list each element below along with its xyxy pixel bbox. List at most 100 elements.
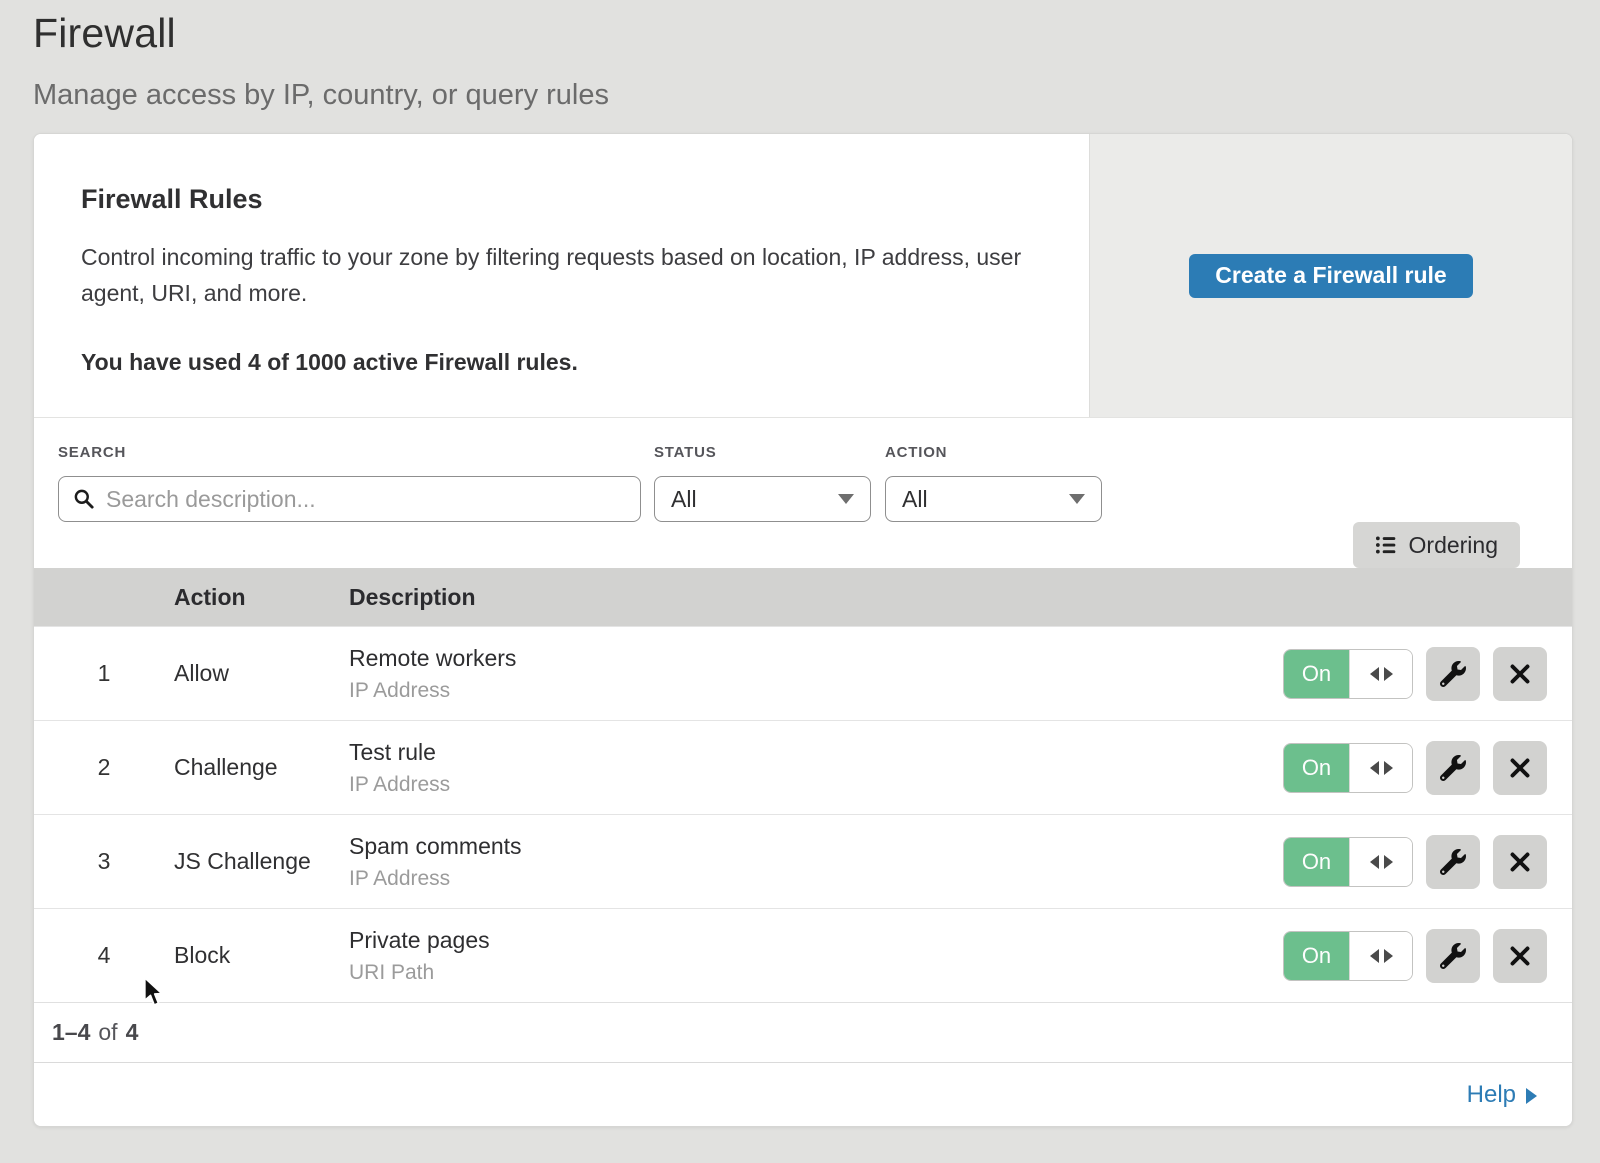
rule-priority: 4 bbox=[34, 942, 174, 969]
rule-description: Private pages bbox=[349, 927, 1283, 954]
rule-field: URI Path bbox=[349, 961, 1283, 985]
delete-rule-button[interactable] bbox=[1493, 835, 1547, 889]
delete-rule-button[interactable] bbox=[1493, 647, 1547, 701]
action-label: ACTION bbox=[885, 444, 1102, 461]
edit-rule-button[interactable] bbox=[1426, 929, 1480, 983]
help-link[interactable]: Help bbox=[1467, 1081, 1537, 1109]
rules-description-card: Firewall Rules Control incoming traffic … bbox=[34, 134, 1089, 417]
usage-summary: You have used 4 of 1000 active Firewall … bbox=[81, 349, 1049, 376]
status-dropdown[interactable]: All bbox=[654, 476, 871, 522]
rule-action: Allow bbox=[174, 660, 349, 687]
rule-field: IP Address bbox=[349, 679, 1283, 703]
arrow-right-icon bbox=[1384, 667, 1393, 681]
action-dropdown[interactable]: All bbox=[885, 476, 1102, 522]
table-row: 2 Challenge Test rule IP Address On bbox=[34, 720, 1572, 814]
firewall-rules-panel: Firewall Rules Control incoming traffic … bbox=[33, 133, 1573, 1127]
filter-bar: SEARCH STATUS All ACTION bbox=[34, 418, 1572, 568]
rule-controls: On bbox=[1283, 929, 1572, 983]
description-column-header: Description bbox=[349, 584, 1572, 611]
chevron-down-icon bbox=[1069, 494, 1085, 504]
status-selected-value: All bbox=[671, 486, 697, 513]
panel-footer: Help bbox=[34, 1062, 1572, 1126]
ordering-icon bbox=[1375, 534, 1397, 556]
search-input[interactable] bbox=[106, 486, 626, 513]
x-icon bbox=[1508, 850, 1532, 874]
rule-description: Spam comments bbox=[349, 833, 1283, 860]
search-label: SEARCH bbox=[58, 444, 641, 461]
rule-field: IP Address bbox=[349, 773, 1283, 797]
table-header: Action Description bbox=[34, 568, 1572, 626]
card-heading: Firewall Rules bbox=[81, 184, 1049, 215]
pagination: 1–4 of 4 bbox=[34, 1002, 1572, 1062]
edit-rule-button[interactable] bbox=[1426, 835, 1480, 889]
pagination-total: 4 bbox=[126, 1019, 139, 1046]
edit-rule-button[interactable] bbox=[1426, 647, 1480, 701]
ordering-button-label: Ordering bbox=[1409, 532, 1498, 559]
status-filter-group: STATUS All bbox=[654, 444, 871, 522]
rule-enabled-toggle[interactable]: On bbox=[1283, 931, 1413, 981]
mouse-cursor bbox=[141, 976, 167, 1008]
toggle-on-label: On bbox=[1284, 744, 1349, 792]
rule-controls: On bbox=[1283, 741, 1572, 795]
toggle-handle[interactable] bbox=[1349, 744, 1412, 792]
rule-enabled-toggle[interactable]: On bbox=[1283, 649, 1413, 699]
wrench-icon bbox=[1440, 755, 1466, 781]
rules-intro-section: Firewall Rules Control incoming traffic … bbox=[34, 134, 1572, 418]
toggle-on-label: On bbox=[1284, 650, 1349, 698]
toggle-handle[interactable] bbox=[1349, 932, 1412, 980]
table-row: 4 Block Private pages URI Path On bbox=[34, 908, 1572, 1002]
pagination-range: 1–4 bbox=[52, 1019, 90, 1046]
rule-controls: On bbox=[1283, 835, 1572, 889]
arrow-right-icon bbox=[1384, 761, 1393, 775]
rule-description: Test rule bbox=[349, 739, 1283, 766]
wrench-icon bbox=[1440, 943, 1466, 969]
toggle-on-label: On bbox=[1284, 838, 1349, 886]
edit-rule-button[interactable] bbox=[1426, 741, 1480, 795]
rule-enabled-toggle[interactable]: On bbox=[1283, 837, 1413, 887]
delete-rule-button[interactable] bbox=[1493, 741, 1547, 795]
rule-action: Challenge bbox=[174, 754, 349, 781]
rules-table: Action Description 1 Allow Remote worker… bbox=[34, 568, 1572, 1002]
help-label: Help bbox=[1467, 1081, 1516, 1109]
chevron-down-icon bbox=[838, 494, 854, 504]
rule-action: Block bbox=[174, 942, 349, 969]
arrow-right-icon bbox=[1384, 855, 1393, 869]
rule-description: Remote workers bbox=[349, 645, 1283, 672]
search-icon bbox=[73, 488, 95, 510]
rule-priority: 2 bbox=[34, 754, 174, 781]
x-icon bbox=[1508, 662, 1532, 686]
rule-priority: 1 bbox=[34, 660, 174, 687]
x-icon bbox=[1508, 756, 1532, 780]
arrow-left-icon bbox=[1370, 949, 1379, 963]
create-firewall-rule-button[interactable]: Create a Firewall rule bbox=[1189, 254, 1472, 298]
pagination-of: of bbox=[98, 1019, 117, 1046]
wrench-icon bbox=[1440, 849, 1466, 875]
firewall-page: Firewall Manage access by IP, country, o… bbox=[0, 0, 1600, 1127]
toggle-handle[interactable] bbox=[1349, 838, 1412, 886]
toggle-on-label: On bbox=[1284, 932, 1349, 980]
rule-field: IP Address bbox=[349, 867, 1283, 891]
search-filter-group: SEARCH bbox=[58, 444, 641, 522]
arrow-left-icon bbox=[1370, 667, 1379, 681]
rule-controls: On bbox=[1283, 647, 1572, 701]
action-filter-group: ACTION All bbox=[885, 444, 1102, 522]
table-row: 3 JS Challenge Spam comments IP Address … bbox=[34, 814, 1572, 908]
triangle-right-icon bbox=[1526, 1088, 1537, 1104]
rule-enabled-toggle[interactable]: On bbox=[1283, 743, 1413, 793]
wrench-icon bbox=[1440, 661, 1466, 687]
create-rule-panel: Create a Firewall rule bbox=[1089, 134, 1572, 417]
page-header: Firewall Manage access by IP, country, o… bbox=[0, 0, 1600, 133]
toggle-handle[interactable] bbox=[1349, 650, 1412, 698]
x-icon bbox=[1508, 944, 1532, 968]
ordering-button[interactable]: Ordering bbox=[1353, 522, 1520, 568]
arrow-left-icon bbox=[1370, 761, 1379, 775]
status-label: STATUS bbox=[654, 444, 871, 461]
card-description: Control incoming traffic to your zone by… bbox=[81, 239, 1026, 311]
action-selected-value: All bbox=[902, 486, 928, 513]
arrow-left-icon bbox=[1370, 855, 1379, 869]
search-box bbox=[58, 476, 641, 522]
page-subtitle: Manage access by IP, country, or query r… bbox=[33, 79, 1600, 112]
delete-rule-button[interactable] bbox=[1493, 929, 1547, 983]
action-column-header: Action bbox=[174, 584, 349, 611]
page-title: Firewall bbox=[33, 10, 1600, 57]
